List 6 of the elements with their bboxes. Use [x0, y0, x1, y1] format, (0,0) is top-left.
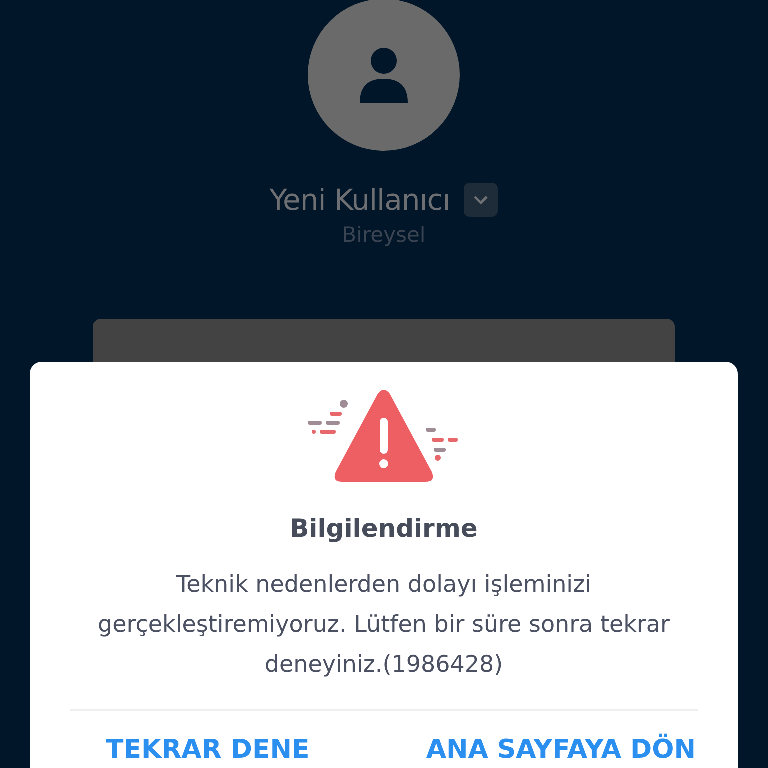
- chevron-down-icon[interactable]: [464, 183, 498, 217]
- dialog-message: Teknik nedenlerden dolayı işleminizi gerçekleştiremiyoruz. Lütfen bir süre sonra tekrar deneyiniz.(1986428): [97, 571, 671, 680]
- user-name: Yeni Kullanıcı: [270, 183, 450, 217]
- account-type: Bireysel: [342, 223, 426, 247]
- retry-button[interactable]: TEKRAR DENE: [106, 737, 310, 763]
- dialog-title: Bilgilendirme: [290, 514, 478, 543]
